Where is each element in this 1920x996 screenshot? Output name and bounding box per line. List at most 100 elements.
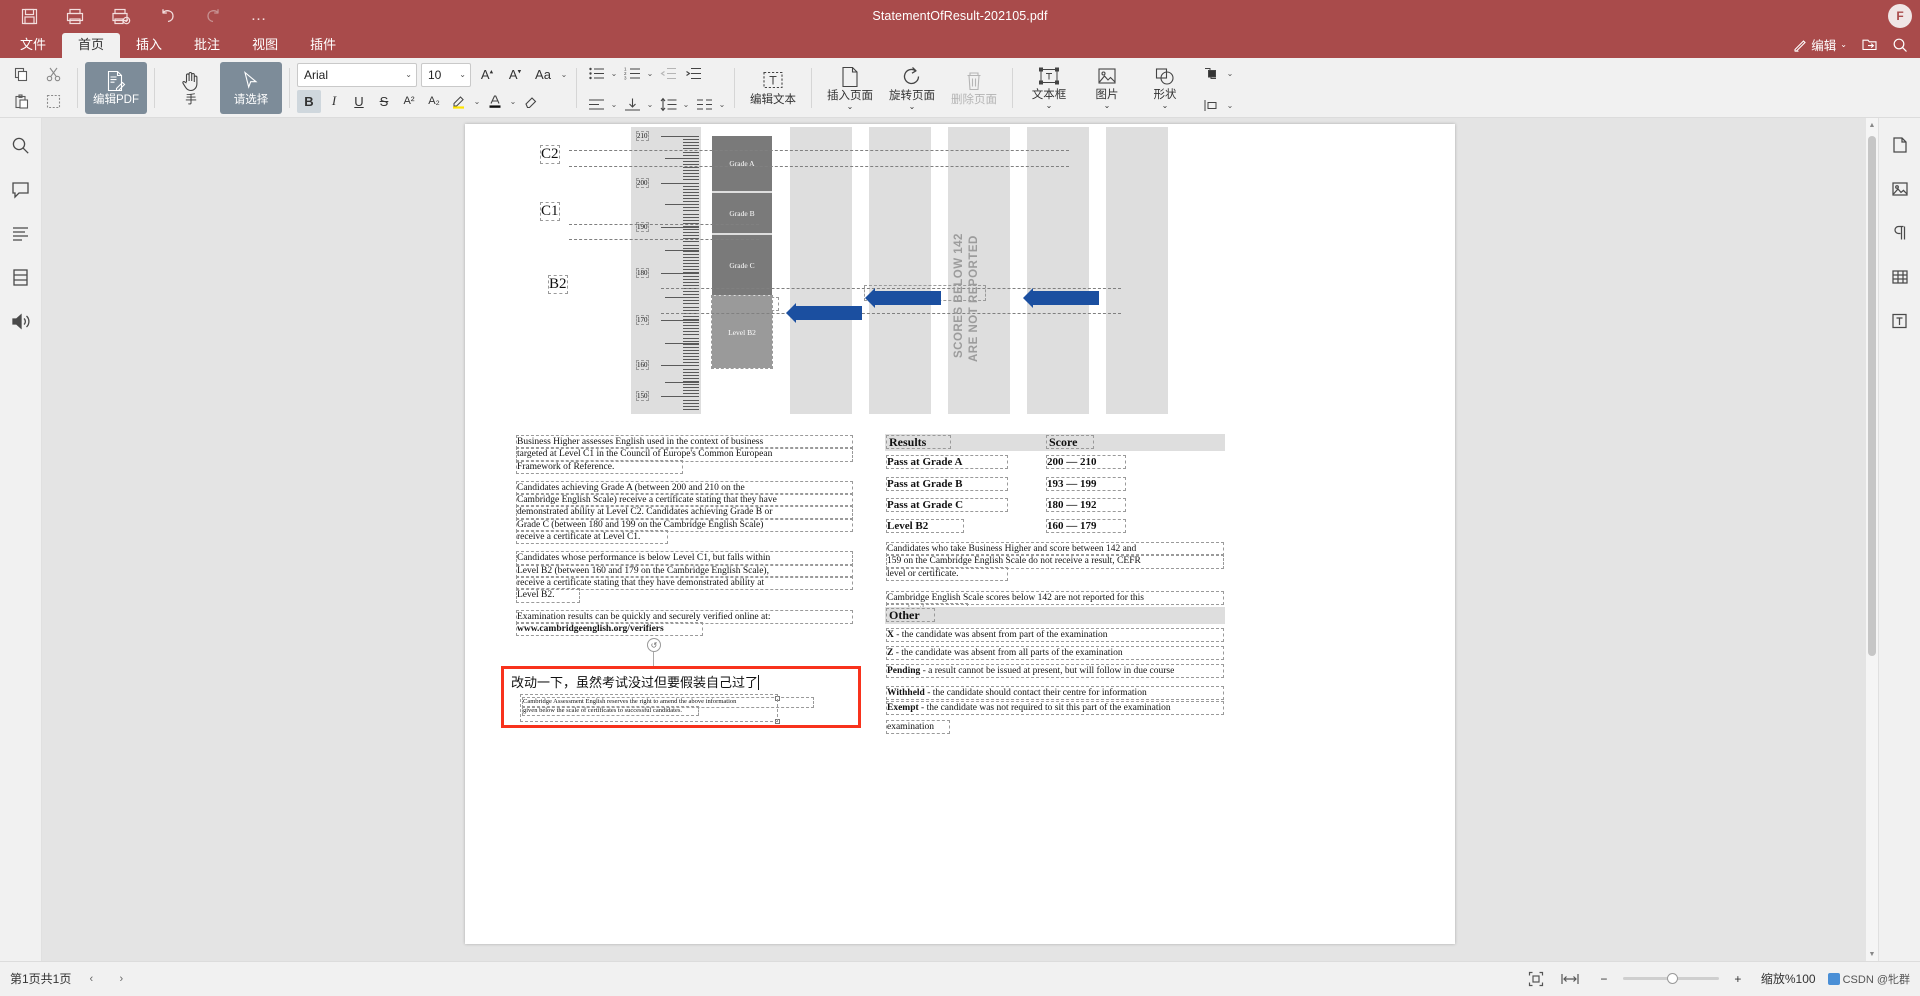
pdf-page[interactable]: 210 200 190 180 170 160 150 C2 C1 B2 Gra…	[465, 124, 1455, 944]
tab-file[interactable]: 文件	[4, 33, 62, 58]
scroll-down-icon[interactable]: ▼	[1866, 947, 1878, 961]
line: Candidates whose performance is below Le…	[516, 551, 853, 566]
save-icon[interactable]	[6, 1, 52, 31]
vertical-scrollbar[interactable]: ▲ ▼	[1866, 118, 1878, 961]
chevron-down-icon[interactable]: ⌄	[717, 100, 727, 109]
tab-home[interactable]: 首页	[62, 33, 121, 58]
ruler-minor-tick	[683, 260, 699, 261]
italic-button[interactable]: I	[322, 90, 346, 113]
edit-text-label: 编辑文本	[750, 93, 796, 106]
font-size-select[interactable]: 10 ⌄	[421, 62, 471, 87]
grow-font-icon[interactable]: A▴	[475, 63, 499, 86]
document-canvas[interactable]: 210 200 190 180 170 160 150 C2 C1 B2 Gra…	[42, 118, 1878, 961]
rotate-handle[interactable]: ↺	[647, 638, 661, 652]
chinese-edit-text[interactable]: 改动一下，虽然考试没过但要假装自己过了	[511, 672, 760, 691]
shape-button[interactable]: 形状 ⌄	[1136, 62, 1194, 114]
verifier-url[interactable]: www.cambridgeenglish.org/verifiers	[516, 621, 703, 637]
search-panel-icon[interactable]	[6, 130, 36, 160]
outline-panel-icon[interactable]	[6, 218, 36, 248]
zoom-slider-knob[interactable]	[1666, 973, 1678, 984]
chevron-down-icon[interactable]: ⌄	[609, 69, 619, 78]
textbox-button[interactable]: 文本框 ⌄	[1020, 62, 1078, 114]
undo-icon[interactable]	[144, 1, 190, 31]
chevron-down-icon[interactable]: ⌄	[645, 69, 655, 78]
change-case-icon[interactable]: Aa	[531, 63, 555, 86]
highlight-icon[interactable]	[447, 90, 471, 113]
other-code-withheld: Withheld	[887, 688, 925, 698]
bold-button[interactable]: B	[297, 89, 321, 113]
chevron-down-icon[interactable]: ⌄	[1225, 101, 1235, 110]
cut-icon[interactable]	[40, 62, 66, 86]
columns-icon[interactable]	[692, 93, 716, 116]
zoom-slider-track[interactable]	[1622, 973, 1719, 984]
print-preview-icon[interactable]	[98, 1, 144, 31]
ruler-minor-tick	[683, 198, 699, 199]
properties-icon[interactable]	[1885, 130, 1915, 160]
export-icon[interactable]	[1855, 35, 1884, 54]
image-panel-icon[interactable]	[1885, 174, 1915, 204]
tab-plugins[interactable]: 插件	[294, 33, 352, 58]
chevron-down-icon[interactable]: ⌄	[645, 100, 655, 109]
insert-page-button[interactable]: 插入页面 ⌄	[819, 62, 881, 114]
comment-panel-icon[interactable]	[6, 174, 36, 204]
select-tool-button[interactable]: 请选择	[220, 61, 282, 114]
scroll-up-icon[interactable]: ▲	[1866, 118, 1878, 132]
paste-icon[interactable]	[8, 89, 34, 113]
clear-format-icon[interactable]	[519, 90, 543, 113]
align-icon[interactable]	[584, 93, 608, 116]
font-family-select[interactable]: Arial ⌄	[297, 62, 417, 87]
edit-text-button[interactable]: 编辑文本	[742, 62, 804, 114]
font-color-icon[interactable]	[483, 90, 507, 113]
ruler-minor-tick	[683, 297, 699, 299]
tab-view[interactable]: 视图	[236, 33, 294, 58]
fit-page-icon[interactable]	[1525, 968, 1547, 990]
chevron-down-icon[interactable]: ⌄	[472, 97, 482, 106]
vertical-scroll-thumb[interactable]	[1868, 136, 1876, 656]
zoom-control[interactable]: − +	[1593, 968, 1749, 990]
print-icon[interactable]	[52, 1, 98, 31]
chevron-down-icon[interactable]: ⌄	[559, 70, 569, 79]
superscript-button[interactable]: A²	[397, 90, 421, 113]
scale-tick-180: 180	[636, 268, 649, 278]
thumbnail-panel-icon[interactable]	[6, 262, 36, 292]
indent-icon[interactable]	[681, 62, 705, 85]
subscript-button[interactable]: A₂	[422, 90, 446, 113]
strikethrough-button[interactable]: S	[372, 90, 396, 113]
tab-comment[interactable]: 批注	[178, 33, 236, 58]
text-style-icon[interactable]	[1885, 306, 1915, 336]
tab-insert[interactable]: 插入	[120, 33, 178, 58]
select-area-icon[interactable]	[40, 89, 66, 113]
next-page-button[interactable]: ›	[111, 969, 131, 989]
paragraph-mark-icon[interactable]	[1885, 218, 1915, 248]
line: Examination results can be quickly and s…	[516, 609, 853, 624]
chevron-down-icon[interactable]: ⌄	[508, 97, 518, 106]
read-aloud-icon[interactable]	[6, 306, 36, 336]
chevron-down-icon[interactable]: ⌄	[1225, 69, 1235, 78]
document-title: StatementOfResult-202105.pdf	[872, 9, 1048, 23]
vertical-align-icon[interactable]	[620, 93, 644, 116]
arrange-align-icon[interactable]	[1200, 94, 1224, 117]
line-spacing-icon[interactable]	[656, 93, 680, 116]
arrange-order-icon[interactable]	[1200, 62, 1224, 85]
edit-pdf-button[interactable]: 编辑PDF	[85, 61, 147, 114]
search-icon[interactable]	[1886, 35, 1914, 55]
more-icon[interactable]: …	[236, 1, 282, 31]
numbered-list-icon[interactable]: 123	[620, 62, 644, 85]
hand-tool-button[interactable]: 手	[162, 62, 220, 114]
prev-page-button[interactable]: ‹	[81, 969, 101, 989]
fit-width-icon[interactable]	[1559, 968, 1581, 990]
avatar[interactable]: F	[1888, 4, 1912, 28]
chevron-down-icon[interactable]: ⌄	[681, 100, 691, 109]
edit-mode-button[interactable]: 编辑 ⌄	[1787, 33, 1853, 56]
copy-icon[interactable]	[8, 62, 34, 86]
left-text-column[interactable]: Business Higher assesses English used in…	[516, 434, 853, 644]
bullet-list-icon[interactable]	[584, 62, 608, 85]
zoom-in-button[interactable]: +	[1727, 968, 1749, 990]
rotate-page-button[interactable]: 旋转页面 ⌄	[881, 62, 943, 114]
zoom-out-button[interactable]: −	[1593, 968, 1615, 990]
chevron-down-icon[interactable]: ⌄	[609, 100, 619, 109]
shrink-font-icon[interactable]: A▾	[503, 63, 527, 86]
underline-button[interactable]: U	[347, 90, 371, 113]
picture-button[interactable]: 图片 ⌄	[1078, 62, 1136, 114]
table-panel-icon[interactable]	[1885, 262, 1915, 292]
